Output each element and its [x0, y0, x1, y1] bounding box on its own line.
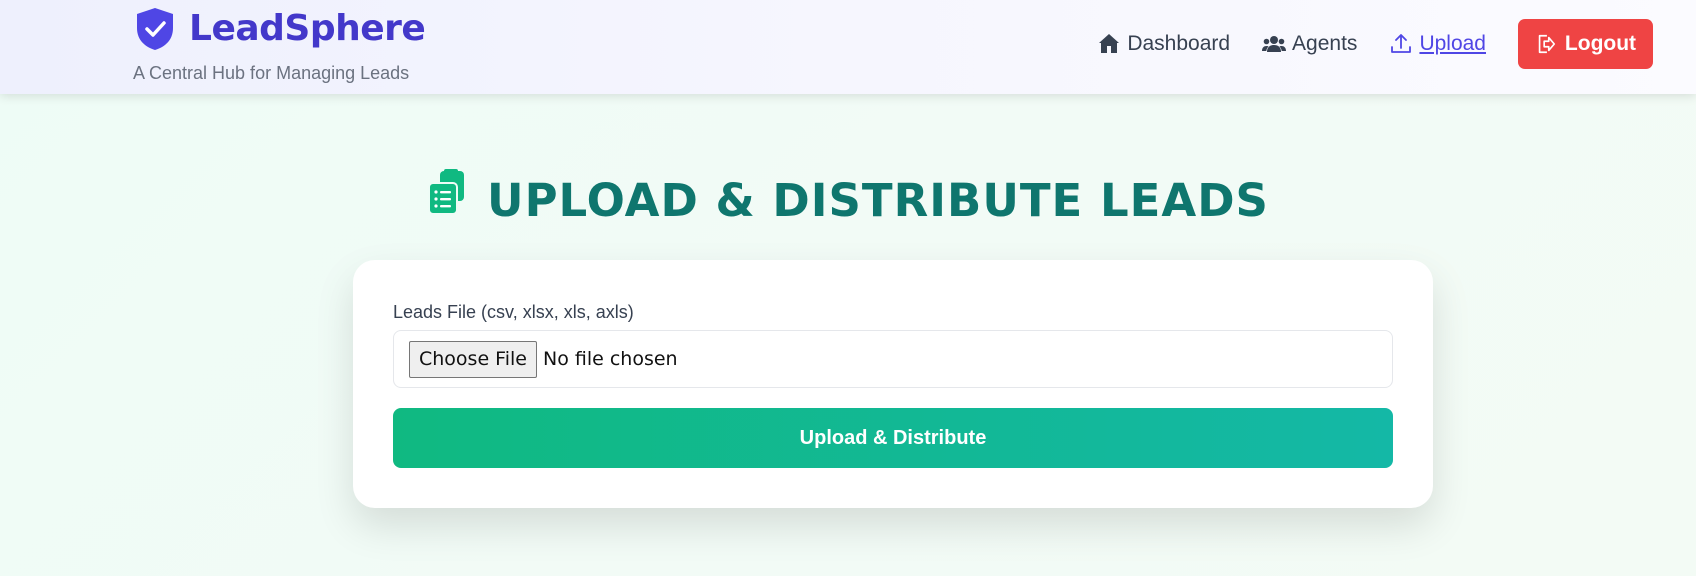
logout-label: Logout	[1564, 32, 1637, 55]
leads-file-label: Leads File (csv, xlsx, xls, axls)	[393, 302, 634, 322]
users-icon	[1262, 36, 1287, 52]
clipboard-list-icon	[428, 169, 465, 215]
brand-name: LeadSphere	[189, 8, 426, 49]
brand-tagline: A Central Hub for Managing Leads	[133, 63, 410, 83]
leads-file-input[interactable]: Choose File No file chosen	[393, 330, 1393, 388]
upload-distribute-button[interactable]: Upload & Distribute	[393, 408, 1393, 468]
upload-form-card: Leads File (csv, xlsx, xls, axls) Choose…	[353, 260, 1433, 508]
brand[interactable]: LeadSphere A Central Hub for Managing Le…	[133, 6, 426, 83]
nav-agents-label: Agents	[1292, 32, 1358, 55]
nav-upload-link[interactable]: Upload	[1389, 32, 1486, 56]
logout-button[interactable]: Logout	[1518, 19, 1653, 69]
nav-dashboard-label: Dashboard	[1127, 32, 1231, 55]
nav-dashboard-link[interactable]: Dashboard	[1097, 32, 1230, 56]
home-icon	[1099, 34, 1120, 53]
page-header: UPLOAD & DISTRIBUTE LEADS	[0, 168, 1696, 234]
file-status-text: No file chosen	[542, 348, 678, 370]
shield-check-icon	[137, 8, 173, 50]
nav-agents-link[interactable]: Agents	[1262, 32, 1357, 56]
upload-icon	[1391, 34, 1412, 53]
logout-icon	[1538, 34, 1555, 54]
nav-upload-label: Upload	[1419, 32, 1486, 55]
top-navbar: LeadSphere A Central Hub for Managing Le…	[0, 0, 1696, 94]
main-nav: Dashboard Agents Upload Logout	[1097, 19, 1653, 69]
page-title: UPLOAD & DISTRIBUTE LEADS	[487, 174, 1269, 227]
upload-distribute-label: Upload & Distribute	[799, 426, 987, 449]
choose-file-button[interactable]: Choose File	[409, 340, 537, 378]
